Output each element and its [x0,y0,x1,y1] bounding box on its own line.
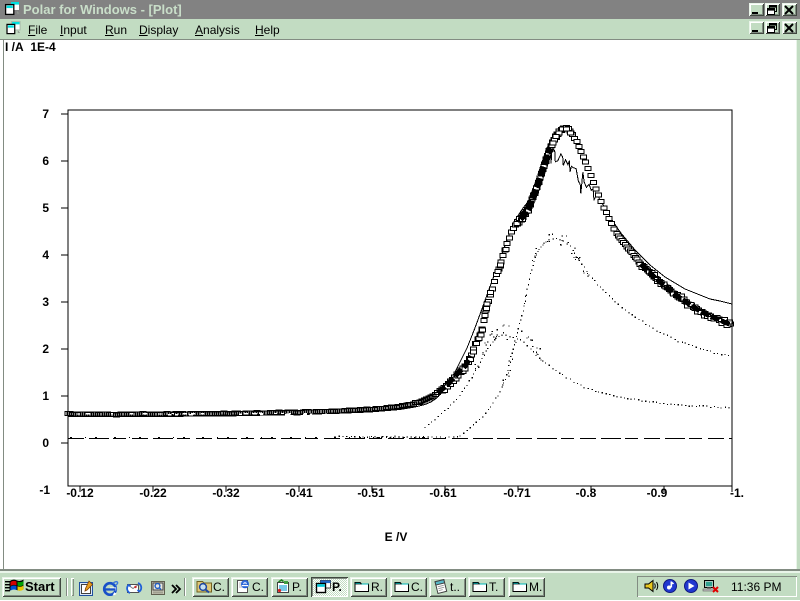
svg-text:0: 0 [42,436,49,450]
svg-text:-0.22: -0.22 [139,486,167,500]
svg-text:2: 2 [42,342,49,356]
svg-text:5: 5 [42,201,49,215]
svg-text:-0.71: -0.71 [503,486,531,500]
svg-text:-1.: -1. [730,486,744,500]
svg-text:-1: -1 [39,483,50,497]
svg-text:6: 6 [42,154,49,168]
svg-text:1: 1 [42,389,49,403]
svg-text:3: 3 [42,295,49,309]
svg-text:-0.9: -0.9 [647,486,668,500]
svg-text:-0.32: -0.32 [212,486,240,500]
svg-text:-0.12: -0.12 [66,486,94,500]
svg-text:-0.41: -0.41 [285,486,313,500]
svg-text:4: 4 [42,248,49,262]
svg-text:-0.61: -0.61 [429,486,457,500]
svg-text:-0.51: -0.51 [357,486,385,500]
svg-text:E /V: E /V [385,530,408,544]
svg-text:7: 7 [42,107,49,121]
svg-text:I /A 1E-4: I /A 1E-4 [5,40,56,54]
svg-text:-0.8: -0.8 [576,486,597,500]
